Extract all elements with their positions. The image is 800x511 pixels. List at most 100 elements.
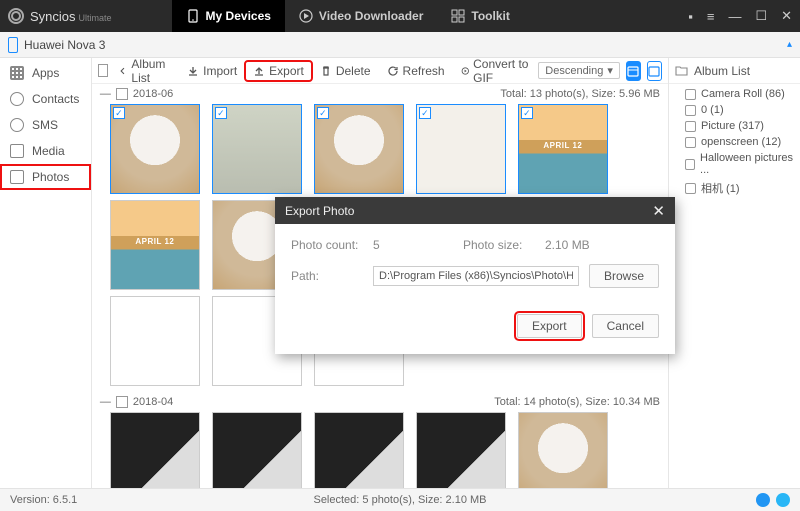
album-label: Halloween pictures ... bbox=[700, 152, 794, 176]
sort-dropdown[interactable]: Descending▾ bbox=[538, 62, 620, 79]
delete-button[interactable]: Delete bbox=[313, 62, 378, 80]
photo-thumb[interactable]: ✓ bbox=[416, 104, 506, 194]
twitter-icon[interactable] bbox=[776, 493, 790, 507]
album-list-button[interactable]: Album List bbox=[112, 55, 178, 87]
status-bar: Version: 6.5.1 Selected: 5 photo(s), Siz… bbox=[0, 488, 800, 511]
dialog-title-bar: Export Photo ✕ bbox=[275, 197, 675, 224]
window-controls: ▪ ≡ — ☐ ✕ bbox=[688, 8, 792, 24]
caption: APRIL 12 bbox=[111, 237, 199, 246]
tab-toolkit[interactable]: Toolkit bbox=[437, 0, 523, 32]
album-icon bbox=[685, 159, 695, 170]
import-button[interactable]: Import bbox=[180, 62, 244, 80]
apps-icon bbox=[10, 66, 24, 80]
facebook-icon[interactable] bbox=[756, 493, 770, 507]
photo-thumb[interactable] bbox=[110, 296, 200, 386]
caption: APRIL 12 bbox=[519, 141, 607, 150]
photo-thumb[interactable] bbox=[212, 412, 302, 488]
brand-name: Syncios bbox=[30, 9, 76, 24]
check-icon: ✓ bbox=[419, 107, 431, 119]
group-checkbox[interactable] bbox=[116, 396, 128, 408]
photo-thumb[interactable] bbox=[416, 412, 506, 488]
photo-thumb[interactable]: ✓ bbox=[110, 104, 200, 194]
sidebar-item-label: Media bbox=[32, 144, 65, 158]
album-item[interactable]: Halloween pictures ... bbox=[673, 150, 796, 178]
title-bar: SynciosUltimate My Devices Video Downloa… bbox=[0, 0, 800, 32]
group-date: 2018-06 bbox=[133, 88, 173, 100]
check-icon: ✓ bbox=[521, 107, 533, 119]
group-checkbox[interactable] bbox=[116, 88, 128, 100]
count-label: Photo count: bbox=[291, 238, 363, 252]
export-confirm-button[interactable]: Export bbox=[517, 314, 582, 338]
sidebar-item-sms[interactable]: SMS bbox=[0, 112, 91, 138]
chevron-up-icon[interactable]: ▴ bbox=[787, 39, 792, 50]
dialog-info-row: Photo count: 5 Photo size: 2.10 MB bbox=[291, 238, 659, 252]
export-button[interactable]: Export bbox=[246, 62, 311, 80]
view-date-toggle[interactable] bbox=[626, 61, 641, 81]
photo-thumb[interactable]: ✓ bbox=[314, 104, 404, 194]
convert-gif-button[interactable]: Convert to GIF bbox=[454, 55, 537, 87]
photo-thumb[interactable] bbox=[314, 412, 404, 488]
album-item[interactable]: Picture (317) bbox=[673, 118, 796, 134]
album-item[interactable]: Camera Roll (86) bbox=[673, 86, 796, 102]
maximize-button[interactable]: ☐ bbox=[755, 8, 767, 24]
minimize-button[interactable]: — bbox=[728, 9, 741, 24]
dialog-close-button[interactable]: ✕ bbox=[652, 202, 665, 220]
path-input[interactable] bbox=[373, 266, 579, 286]
close-window-button[interactable]: ✕ bbox=[781, 8, 792, 24]
album-item[interactable]: 0 (1) bbox=[673, 102, 796, 118]
check-icon: ✓ bbox=[317, 107, 329, 119]
grid-icon bbox=[648, 65, 660, 77]
view-grid-toggle[interactable] bbox=[647, 61, 662, 81]
count-value: 5 bbox=[373, 238, 453, 252]
album-label: openscreen (12) bbox=[701, 136, 781, 148]
sidebar: Apps Contacts SMS Media Photos bbox=[0, 58, 92, 488]
dialog-title: Export Photo bbox=[285, 204, 354, 218]
gif-icon bbox=[461, 65, 470, 77]
group-summary: Total: 13 photo(s), Size: 5.96 MB bbox=[500, 88, 660, 100]
photo-thumb[interactable] bbox=[110, 412, 200, 488]
album-label: Picture (317) bbox=[701, 120, 764, 132]
sidebar-item-photos[interactable]: Photos bbox=[0, 164, 91, 190]
sms-icon bbox=[10, 118, 24, 132]
btn-label: Export bbox=[269, 64, 304, 78]
cancel-button[interactable]: Cancel bbox=[592, 314, 659, 338]
sidebar-item-media[interactable]: Media bbox=[0, 138, 91, 164]
message-icon[interactable]: ▪ bbox=[688, 9, 693, 24]
sidebar-item-contacts[interactable]: Contacts bbox=[0, 86, 91, 112]
group-header: — 2018-04 Total: 14 photo(s), Size: 10.3… bbox=[92, 392, 668, 412]
album-icon bbox=[685, 183, 696, 194]
tab-my-devices[interactable]: My Devices bbox=[172, 0, 285, 32]
album-item[interactable]: openscreen (12) bbox=[673, 134, 796, 150]
dialog-footer: Export Cancel bbox=[275, 314, 675, 354]
photo-thumb[interactable]: ✓ APRIL 12 bbox=[518, 104, 608, 194]
sort-label: Descending bbox=[545, 65, 603, 77]
photo-thumb[interactable] bbox=[518, 412, 608, 488]
tab-video-downloader[interactable]: Video Downloader bbox=[285, 0, 437, 32]
export-icon bbox=[253, 65, 265, 77]
sidebar-item-apps[interactable]: Apps bbox=[0, 60, 91, 86]
trash-icon bbox=[320, 65, 332, 77]
album-list: Camera Roll (86) 0 (1) Picture (317) ope… bbox=[669, 84, 800, 200]
album-item[interactable]: 相机 (1) bbox=[673, 178, 796, 198]
photo-thumb[interactable]: APRIL 12 bbox=[110, 200, 200, 290]
thumbnail-row: ✓ ✓ ✓ ✓ ✓ APRIL 12 bbox=[92, 104, 668, 200]
select-all-checkbox[interactable] bbox=[98, 64, 108, 77]
browse-button[interactable]: Browse bbox=[589, 264, 659, 288]
tab-label: Toolkit bbox=[471, 9, 509, 23]
album-icon bbox=[685, 121, 696, 132]
collapse-icon[interactable]: — bbox=[100, 88, 111, 100]
sidebar-item-label: Apps bbox=[32, 66, 59, 80]
device-name: Huawei Nova 3 bbox=[24, 38, 787, 52]
refresh-button[interactable]: Refresh bbox=[380, 62, 452, 80]
menu-icon[interactable]: ≡ bbox=[707, 9, 715, 24]
btn-label: Convert to GIF bbox=[473, 57, 529, 85]
group-header: — 2018-06 Total: 13 photo(s), Size: 5.96… bbox=[92, 84, 668, 104]
device-phone-icon bbox=[8, 37, 18, 53]
check-icon: ✓ bbox=[215, 107, 227, 119]
collapse-icon[interactable]: — bbox=[100, 396, 111, 408]
album-label: Camera Roll (86) bbox=[701, 88, 785, 100]
photo-thumb[interactable]: ✓ bbox=[212, 104, 302, 194]
sidebar-item-label: Photos bbox=[32, 170, 69, 184]
selection-status: Selected: 5 photo(s), Size: 2.10 MB bbox=[313, 494, 486, 506]
album-header-label: Album List bbox=[694, 64, 750, 78]
